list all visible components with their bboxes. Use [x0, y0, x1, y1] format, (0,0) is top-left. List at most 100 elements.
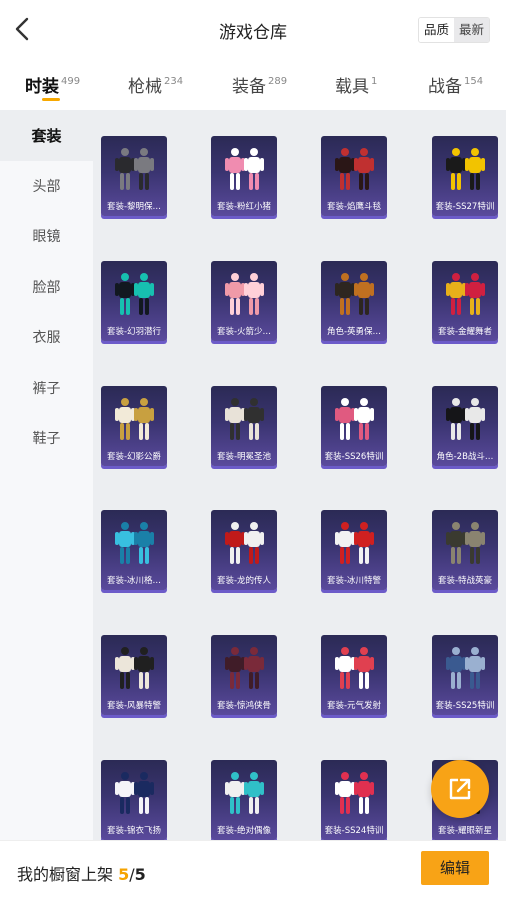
- outfit-card[interactable]: 套装-锦衣飞扬: [101, 760, 167, 840]
- tab-equipment[interactable]: 装备 289: [232, 72, 287, 97]
- outfit-card[interactable]: 套装-元气发射: [321, 635, 387, 715]
- right-figure: [244, 647, 264, 689]
- sidebar-item-pants[interactable]: 裤子: [0, 363, 93, 414]
- left-figure: [335, 647, 355, 689]
- outfit-thumbnail: [335, 522, 374, 564]
- outfit-card[interactable]: 角色-2B战斗…: [432, 386, 498, 466]
- sidebar-item-clothes[interactable]: 衣服: [0, 312, 93, 363]
- outfit-card[interactable]: 套装-幻影公爵: [101, 386, 167, 466]
- sidebar-item-glasses[interactable]: 眼镜: [0, 211, 93, 262]
- outfit-card[interactable]: 套装-粉红小猪: [211, 136, 277, 216]
- outfit-name: 套装-焰鹰斗毯: [326, 202, 382, 212]
- outfit-thumbnail: [225, 647, 264, 689]
- left-figure: [115, 273, 135, 315]
- showcase-status: 我的橱窗上架 5/5: [17, 861, 146, 885]
- outfit-name: 套装-冰川特警: [326, 576, 382, 586]
- left-figure: [225, 522, 245, 564]
- outfit-card[interactable]: 套装-金耀舞者: [432, 261, 498, 341]
- outfit-name: 套装-绝对偶像: [216, 826, 272, 836]
- share-button[interactable]: [431, 760, 489, 818]
- outfit-thumbnail: [335, 273, 374, 315]
- outfit-card[interactable]: 套装-SS25特训: [432, 635, 498, 715]
- left-figure: [225, 772, 245, 814]
- outfit-name: 套装-特战英豪: [437, 576, 493, 586]
- outfit-card[interactable]: 套装-冰川格…: [101, 510, 167, 590]
- sidebar-item-shoes[interactable]: 鞋子: [0, 413, 93, 464]
- outfit-card[interactable]: 套装-特战英豪: [432, 510, 498, 590]
- outfit-name: 套装-SS26特训: [324, 452, 384, 462]
- tab-label: 时装: [25, 77, 59, 97]
- left-figure: [335, 148, 355, 190]
- sort-newest-button[interactable]: 最新: [453, 18, 489, 42]
- outfit-thumbnail: [115, 398, 154, 440]
- tab-count: 1: [371, 76, 378, 87]
- right-figure: [244, 522, 264, 564]
- outfit-thumbnail: [115, 273, 154, 315]
- right-figure: [465, 148, 485, 190]
- outfit-card[interactable]: 套装-冰川特警: [321, 510, 387, 590]
- right-figure: [244, 398, 264, 440]
- outfit-card[interactable]: 套装-黎明保…: [101, 136, 167, 216]
- tab-vehicles[interactable]: 载具 1: [335, 72, 377, 97]
- left-figure: [115, 647, 135, 689]
- outfit-card[interactable]: 套装-龙的传人: [211, 510, 277, 590]
- right-figure: [134, 522, 154, 564]
- left-figure: [225, 398, 245, 440]
- showcase-bar: 我的橱窗上架 5/5 编辑: [0, 840, 506, 897]
- outfit-card[interactable]: 套装-惊鸿侠骨: [211, 635, 277, 715]
- sidebar-item-outfits[interactable]: 套装: [0, 110, 93, 161]
- outfit-card[interactable]: 套装-绝对偶像: [211, 760, 277, 840]
- tab-supplies[interactable]: 战备 154: [428, 72, 483, 97]
- left-figure: [225, 273, 245, 315]
- showcase-current-count: 5: [118, 865, 130, 884]
- outfit-thumbnail: [446, 148, 485, 190]
- left-figure: [446, 398, 466, 440]
- outfit-thumbnail: [225, 273, 264, 315]
- tab-fashion[interactable]: 时装 499: [25, 72, 80, 97]
- tab-label: 战备: [428, 77, 462, 97]
- outfit-name: 套装-SS27特训: [435, 202, 495, 212]
- outfit-name: 套装-SS24特训: [324, 826, 384, 836]
- outfit-card[interactable]: 套装-明冕圣池: [211, 386, 277, 466]
- showcase-label: 我的橱窗上架: [17, 865, 114, 884]
- left-figure: [115, 522, 135, 564]
- right-figure: [465, 273, 485, 315]
- outfit-card[interactable]: 套装-风暴特警: [101, 635, 167, 715]
- outfit-name: 套装-粉红小猪: [216, 202, 272, 212]
- outfit-card[interactable]: 套装-SS24特训: [321, 760, 387, 840]
- outfit-name: 套装-元气发射: [326, 701, 382, 711]
- right-figure: [354, 772, 374, 814]
- outfit-card[interactable]: 套装-SS26特训: [321, 386, 387, 466]
- tab-guns[interactable]: 枪械 234: [128, 72, 183, 97]
- outfit-thumbnail: [225, 148, 264, 190]
- outfit-card[interactable]: 角色-英勇保…: [321, 261, 387, 341]
- outfit-thumbnail: [335, 148, 374, 190]
- outfit-card[interactable]: 套装-火箭少…: [211, 261, 277, 341]
- outfit-name: 套装-幻影公爵: [106, 452, 162, 462]
- right-figure: [134, 148, 154, 190]
- right-figure: [354, 148, 374, 190]
- right-figure: [465, 647, 485, 689]
- outfit-name: 套装-SS25特训: [435, 701, 495, 711]
- edit-button[interactable]: 编辑: [421, 851, 489, 885]
- right-figure: [465, 522, 485, 564]
- left-figure: [335, 398, 355, 440]
- left-figure: [225, 647, 245, 689]
- sidebar-item-face[interactable]: 脸部: [0, 262, 93, 313]
- outfit-name: 角色-2B战斗…: [436, 452, 494, 462]
- sidebar-item-head[interactable]: 头部: [0, 161, 93, 212]
- outfit-card[interactable]: 套装-焰鹰斗毯: [321, 136, 387, 216]
- share-icon: [449, 778, 471, 800]
- outfit-name: 套装-明冕圣池: [216, 452, 272, 462]
- outfit-name: 套装-火箭少…: [216, 327, 272, 337]
- tab-count: 154: [464, 76, 484, 87]
- sort-quality-button[interactable]: 品质: [418, 18, 454, 42]
- outfit-name: 套装-幻羽潜行: [106, 327, 162, 337]
- right-figure: [244, 148, 264, 190]
- app-header: 游戏仓库 品质 最新: [0, 0, 506, 60]
- outfit-card[interactable]: 套装-SS27特训: [432, 136, 498, 216]
- outfit-card[interactable]: 套装-幻羽潜行: [101, 261, 167, 341]
- outfit-thumbnail: [335, 647, 374, 689]
- right-figure: [134, 398, 154, 440]
- outfit-name: 套装-锦衣飞扬: [106, 826, 162, 836]
